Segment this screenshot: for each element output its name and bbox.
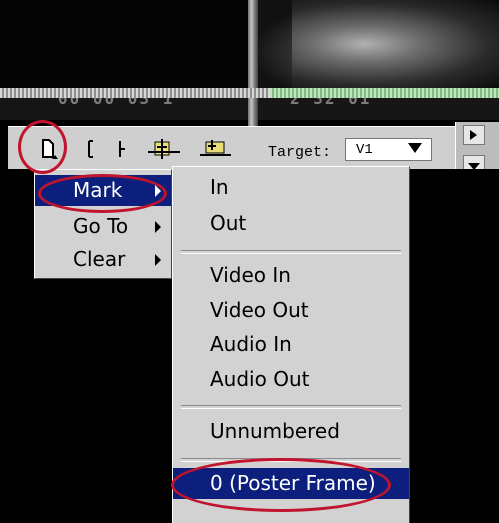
- source-timecode-bar: 00 00 03 1: [0, 98, 248, 120]
- submenu-item-video-out[interactable]: Video Out: [173, 295, 409, 326]
- submenu-item-label: Out: [210, 211, 247, 235]
- marker-menu-icon: [41, 139, 58, 159]
- program-timecode: 2 32 01: [290, 98, 372, 108]
- target-label: Target:: [268, 144, 332, 161]
- overlay-edit-icon: [200, 140, 231, 156]
- video-preview-frame: [292, 0, 499, 88]
- submenu-item-label: Video Out: [210, 298, 309, 322]
- submenu-arrow-icon: [155, 221, 161, 233]
- mark-out-button[interactable]: [113, 137, 127, 161]
- marker-menu-button[interactable]: [36, 137, 61, 161]
- menu-separator: [181, 250, 401, 254]
- play-next-button[interactable]: [463, 125, 485, 145]
- submenu-item-label: Audio Out: [210, 367, 310, 391]
- mark-submenu: In Out Video In Video Out Audio In Audio…: [172, 166, 410, 523]
- insert-edit-icon: [148, 139, 180, 159]
- menu-separator: [181, 405, 401, 409]
- submenu-item-label: 0 (Poster Frame): [210, 471, 376, 495]
- submenu-item-audio-in[interactable]: Audio In: [173, 329, 409, 360]
- menu-item-label: Clear: [73, 247, 126, 271]
- submenu-item-video-in[interactable]: Video In: [173, 260, 409, 291]
- set-in-point-icon: [88, 140, 93, 158]
- source-monitor-panel: [0, 0, 248, 95]
- dropdown-arrow-icon: [408, 143, 422, 153]
- submenu-arrow-icon: [155, 185, 161, 197]
- submenu-item-label: Unnumbered: [210, 419, 340, 443]
- play-next-icon: [470, 130, 477, 140]
- menu-item-label: Mark: [73, 178, 123, 202]
- submenu-item-out[interactable]: Out: [173, 208, 409, 239]
- mark-in-button[interactable]: [85, 137, 97, 161]
- submenu-item-unnumbered[interactable]: Unnumbered: [173, 416, 409, 447]
- monitor-toolbar: Target: V1: [8, 126, 499, 169]
- submenu-item-label: Video In: [210, 263, 291, 287]
- premiere-monitor-screen: 00 00 03 1 2 32 01 Target: V1 Mark Go To…: [0, 0, 499, 523]
- submenu-item-label: Audio In: [210, 332, 292, 356]
- submenu-arrow-icon: [155, 254, 161, 266]
- menu-item-go-to[interactable]: Go To: [35, 211, 171, 242]
- overlay-edit-button[interactable]: [198, 137, 233, 161]
- target-track-select[interactable]: V1: [345, 138, 432, 161]
- submenu-item-label: In: [210, 175, 229, 199]
- menu-item-clear[interactable]: Clear: [35, 244, 171, 275]
- program-timeline-range: [270, 88, 499, 98]
- program-timecode-bar: 2 32 01: [258, 98, 499, 120]
- set-out-point-icon: [119, 141, 125, 157]
- target-track-value: V1: [356, 142, 373, 158]
- menu-item-label: Go To: [73, 214, 129, 238]
- submenu-item-in[interactable]: In: [173, 172, 409, 203]
- menu-separator: [181, 458, 401, 462]
- submenu-item-poster-frame[interactable]: 0 (Poster Frame): [173, 468, 409, 499]
- marker-context-menu: Mark Go To Clear: [34, 169, 172, 279]
- insert-edit-button[interactable]: [147, 137, 182, 161]
- submenu-item-audio-out[interactable]: Audio Out: [173, 364, 409, 395]
- source-timecode: 00 00 03 1: [58, 98, 175, 108]
- menu-item-mark[interactable]: Mark: [35, 175, 171, 206]
